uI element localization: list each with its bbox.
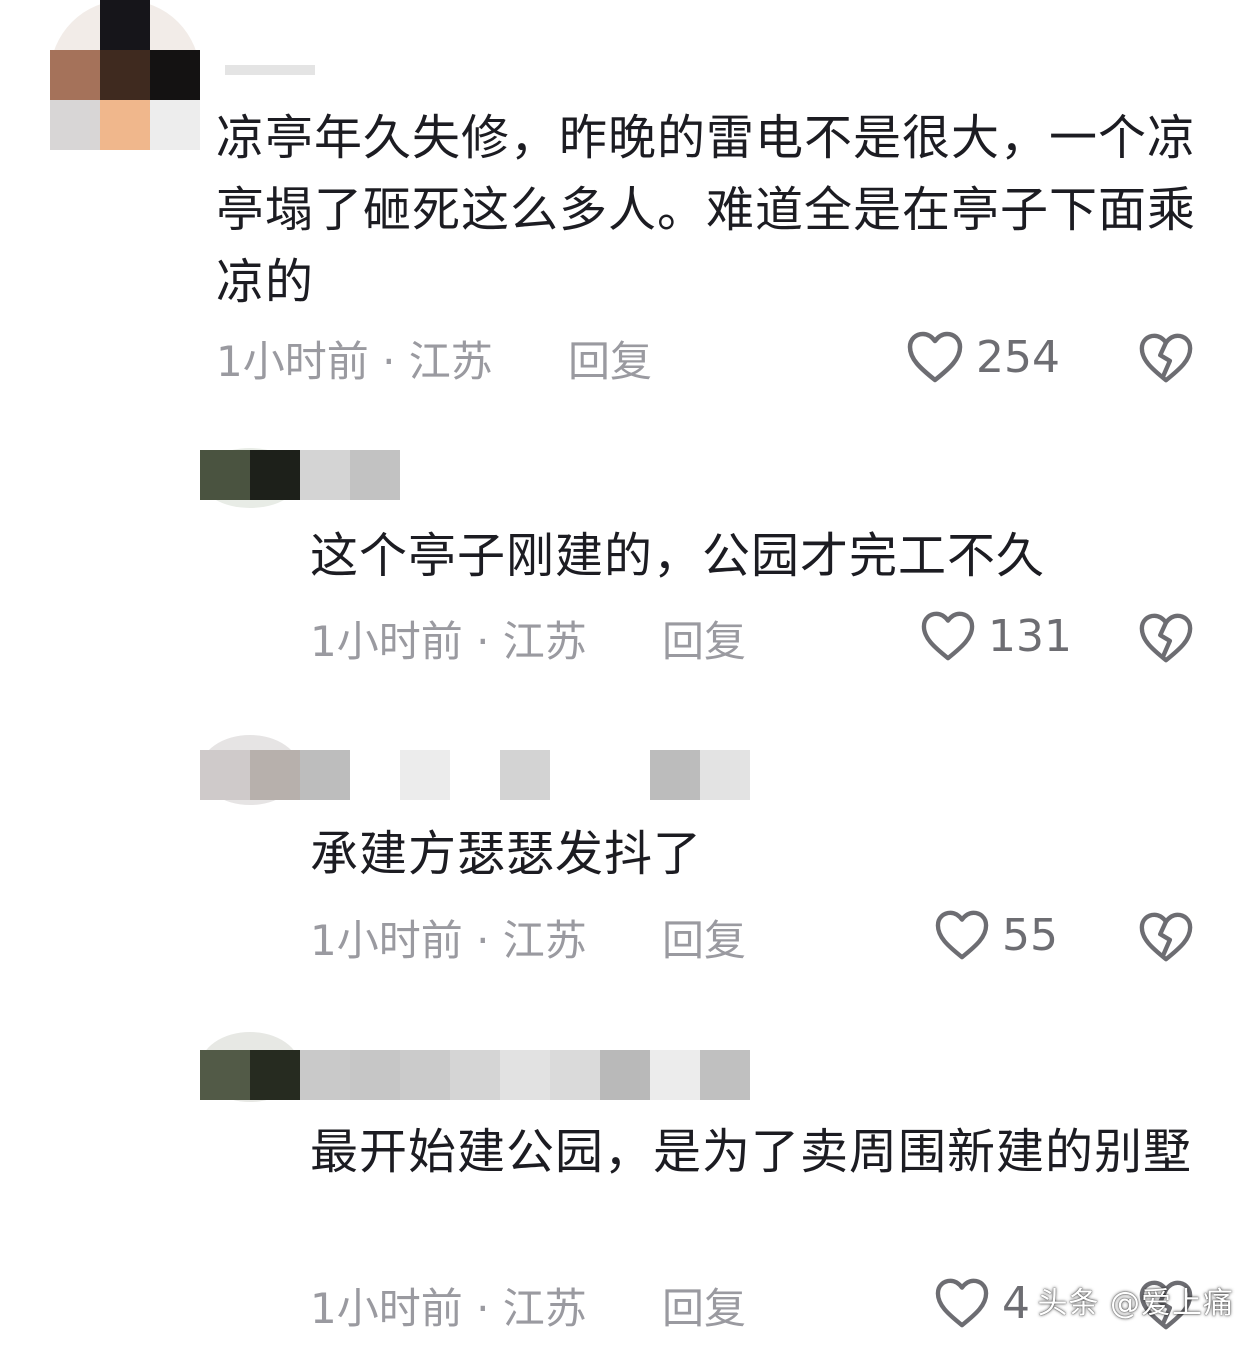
like-count: 4: [1002, 1277, 1030, 1329]
comment-meta: 1小时前 · 江苏 回复: [310, 1275, 770, 1335]
watermark: 头条 @爱上痛: [1037, 1286, 1234, 1321]
like-button[interactable]: 4: [934, 1277, 1030, 1329]
username-blurred[interactable]: [200, 1050, 750, 1100]
time-location: 1小时前 · 江苏: [310, 1283, 587, 1333]
heart-outline-icon: [935, 1278, 989, 1328]
reply-button[interactable]: 回复: [662, 1275, 746, 1336]
comment-4: 最开始建公园，是为了卖周围新建的别墅 1小时前 · 江苏 回复 4: [0, 0, 1260, 1348]
comment-text: 最开始建公园，是为了卖周围新建的别墅: [310, 1124, 1193, 1180]
